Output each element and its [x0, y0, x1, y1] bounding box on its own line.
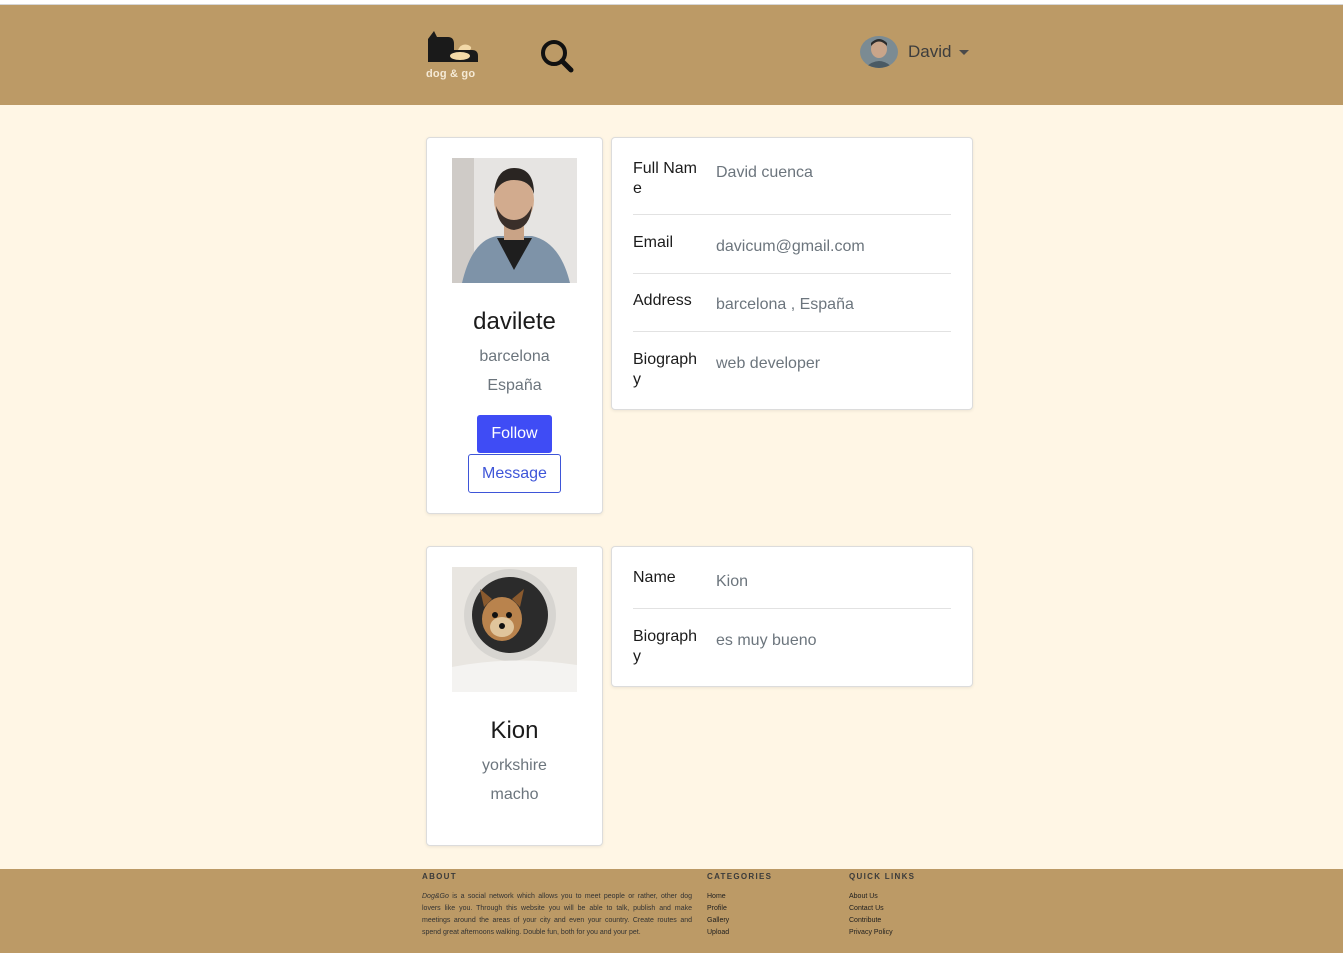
info-label: Biography [633, 628, 698, 665]
profile-city: barcelona [479, 348, 550, 365]
user-avatar [860, 36, 898, 68]
user-profile-photo [452, 158, 577, 283]
navbar: dog & go David [0, 5, 1343, 105]
pet-breed: yorkshire [482, 757, 547, 774]
message-button[interactable]: Message [468, 454, 561, 493]
divider [633, 608, 951, 609]
info-value: es muy bueno [716, 632, 817, 649]
search-button[interactable] [539, 38, 575, 74]
footer-link-contact-us[interactable]: Contact Us [849, 903, 893, 915]
footer-link-upload[interactable]: Upload [707, 927, 729, 939]
info-label: Name [633, 569, 676, 586]
footer-about-brand: Dog&Go [422, 893, 449, 900]
divider [633, 331, 951, 332]
info-label: Biography [633, 351, 698, 388]
pet-profile-card: Kion yorkshire macho [426, 546, 603, 846]
footer-link-gallery[interactable]: Gallery [707, 915, 729, 927]
site-footer: ABOUT Dog&Go is a social network which a… [0, 869, 1343, 953]
footer-about-text: Dog&Go is a social network which allows … [422, 891, 692, 939]
info-label: Email [633, 234, 674, 251]
footer-quicklinks-list: About Us Contact Us Contribute Privacy P… [849, 891, 893, 939]
follow-button[interactable]: Follow [477, 415, 552, 453]
chevron-down-icon [959, 49, 970, 55]
info-value: David cuenca [716, 164, 813, 181]
profile-username: davilete [473, 308, 556, 335]
footer-about-heading: ABOUT [422, 872, 457, 881]
info-label: Address [633, 292, 692, 309]
dog-and-go-logo[interactable]: dog & go [424, 29, 484, 83]
footer-categories-list: Home Profile Gallery Upload [707, 891, 729, 939]
footer-link-privacy-policy[interactable]: Privacy Policy [849, 927, 893, 939]
footer-about-body: is a social network which allows you to … [422, 893, 692, 936]
info-value: barcelona , España [716, 296, 854, 313]
info-value: web developer [716, 355, 821, 372]
footer-quicklinks-heading: QUICK LINKS [849, 872, 916, 881]
footer-link-about-us[interactable]: About Us [849, 891, 893, 903]
divider [633, 214, 951, 215]
pet-sex: macho [490, 786, 539, 803]
footer-link-profile[interactable]: Profile [707, 903, 729, 915]
user-menu-dropdown[interactable]: David [860, 35, 970, 69]
user-name: David [908, 42, 952, 61]
pet-info-card: Name Kion Biography es muy bueno [611, 546, 973, 687]
profile-country: España [487, 377, 542, 394]
logo-text: dog & go [426, 68, 476, 80]
pet-photo [452, 567, 577, 692]
divider [633, 273, 951, 274]
info-value: Kion [716, 573, 749, 590]
user-profile-card: davilete barcelona España Follow Message [426, 137, 603, 514]
user-info-card: Full Name David cuenca Email davicum@gma… [611, 137, 973, 410]
info-label: Full Name [633, 160, 698, 197]
pet-name: Kion [490, 717, 539, 744]
info-value: davicum@gmail.com [716, 238, 865, 255]
footer-link-home[interactable]: Home [707, 891, 729, 903]
dog-logo-icon [428, 31, 478, 62]
footer-categories-heading: CATEGORIES [707, 872, 773, 881]
search-icon [541, 40, 574, 73]
footer-link-contribute[interactable]: Contribute [849, 915, 893, 927]
